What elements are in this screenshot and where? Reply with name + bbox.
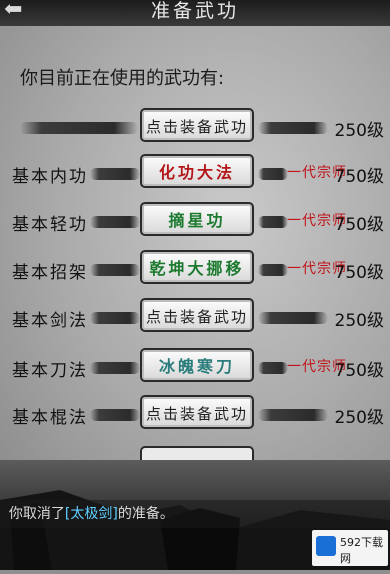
skill-level: 750级 xyxy=(334,263,384,283)
message-suffix: 的准备。 xyxy=(117,506,174,522)
brush-stroke xyxy=(90,362,140,374)
brush-stroke xyxy=(20,122,138,134)
brush-stroke xyxy=(258,264,288,276)
skill-level: 750级 xyxy=(334,167,384,187)
brush-stroke xyxy=(258,122,328,134)
skill-row: 基本剑法 点击装备武功 250级 xyxy=(0,298,390,338)
brush-stroke xyxy=(90,264,140,276)
brush-stroke xyxy=(258,168,288,180)
current-skills-heading: 你目前正在使用的武功有: xyxy=(20,68,225,89)
skill-category-label: 基本轻功 xyxy=(12,215,88,235)
equipped-skill-button[interactable]: 化功大法 xyxy=(140,154,254,188)
skill-level: 750级 xyxy=(334,361,384,381)
equip-skill-button[interactable]: 点击装备武功 xyxy=(140,298,254,332)
brush-stroke xyxy=(90,312,140,324)
brush-stroke xyxy=(258,409,328,421)
site-logo-icon xyxy=(316,536,336,556)
equipped-skill-button[interactable]: 冰魄寒刀 xyxy=(140,348,254,382)
skill-level: 750级 xyxy=(334,215,384,235)
brush-stroke xyxy=(90,216,140,228)
site-watermark: 592下载网 xyxy=(312,530,388,566)
skill-row: 基本刀法 冰魄寒刀 一代宗师 750级 xyxy=(0,348,390,388)
skill-row: 基本轻功 摘星功 一代宗师 750级 xyxy=(0,202,390,242)
brush-stroke xyxy=(90,409,140,421)
watermark-text: 592下载网 xyxy=(340,536,383,565)
equipped-skill-button[interactable]: 摘星功 xyxy=(140,202,254,236)
skill-row: 基本招架 乾坤大挪移 一代宗师 750级 xyxy=(0,250,390,290)
skill-category-label: 基本棍法 xyxy=(12,408,88,428)
message-bar: 你取消了[太极剑]的准备。 xyxy=(0,500,390,528)
skill-category-label: 基本招架 xyxy=(12,263,88,283)
skill-level: 250级 xyxy=(334,311,384,331)
message-prefix: 你取消了 xyxy=(8,506,65,522)
skill-category-label: 基本刀法 xyxy=(12,361,88,381)
brush-stroke xyxy=(258,216,288,228)
skill-category-label: 基本内功 xyxy=(12,167,88,187)
brush-stroke xyxy=(258,312,328,324)
equipped-skill-button[interactable]: 乾坤大挪移 xyxy=(140,250,254,284)
equip-skill-button[interactable]: 点击装备武功 xyxy=(140,108,254,142)
skill-row: 基本棍法 点击装备武功 250级 xyxy=(0,395,390,435)
skill-row: 点击装备武功 250级 xyxy=(0,108,390,148)
message-skill: [太极剑] xyxy=(64,506,118,522)
page-title: 准备武功 xyxy=(150,0,239,22)
skill-category-label: 基本剑法 xyxy=(12,311,88,331)
brush-stroke xyxy=(258,362,288,374)
brush-stroke xyxy=(90,168,140,180)
skill-row: 基本内功 化功大法 一代宗师 750级 xyxy=(0,154,390,194)
skill-level: 250级 xyxy=(334,408,384,428)
equip-skill-button-partial[interactable] xyxy=(140,446,254,460)
skill-level: 250级 xyxy=(334,121,384,141)
equip-skill-button[interactable]: 点击装备武功 xyxy=(140,395,254,429)
